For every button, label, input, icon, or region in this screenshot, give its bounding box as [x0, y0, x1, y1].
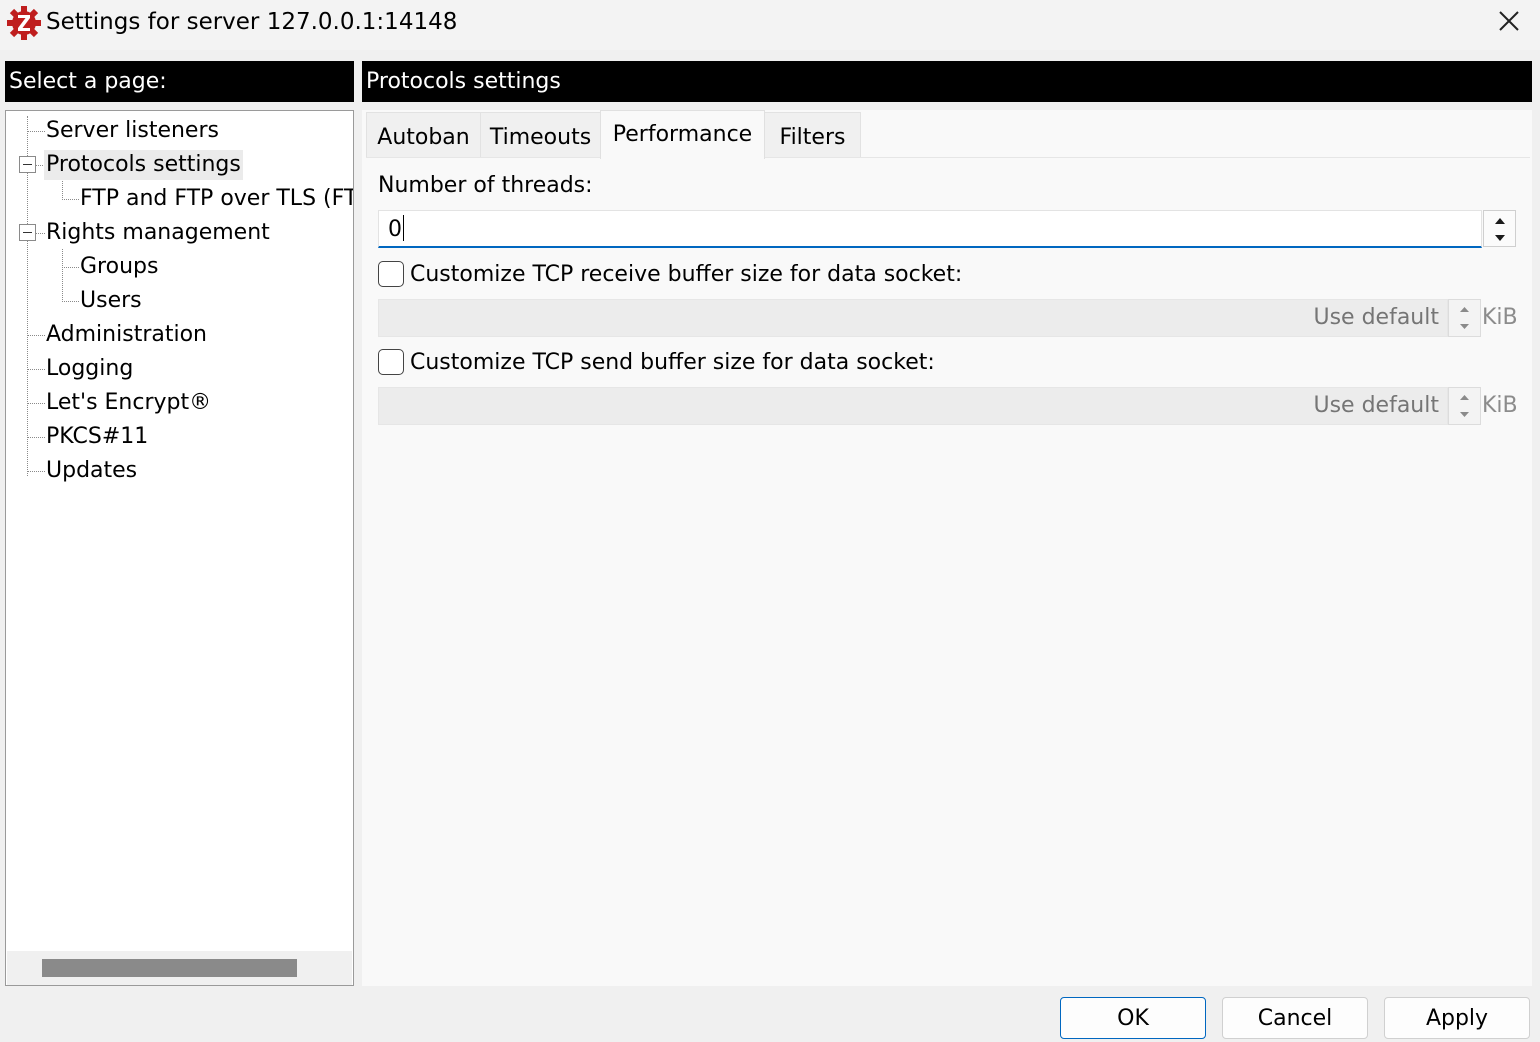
- tree-item-pkcs11[interactable]: PKCS#11: [46, 422, 148, 452]
- threads-input[interactable]: 0: [378, 210, 1482, 248]
- send-buffer-spinner[interactable]: [1448, 387, 1481, 425]
- tab-filters[interactable]: Filters: [764, 112, 861, 158]
- receive-buffer-spinner[interactable]: [1448, 299, 1481, 337]
- settings-content: Autoban Timeouts Performance Filters Num…: [362, 110, 1532, 986]
- tree-connector: [28, 403, 45, 404]
- horizontal-scrollbar[interactable]: [7, 951, 352, 985]
- window-title: Settings for server 127.0.0.1:14148: [46, 9, 458, 35]
- tree-item-ftp-and-ftps[interactable]: FTP and FTP over TLS (FTPS): [80, 184, 353, 214]
- tree-connector: [62, 181, 63, 200]
- tree-connector: [62, 267, 79, 268]
- tree-item-rights-management[interactable]: Rights management: [46, 218, 270, 248]
- tree-item-updates[interactable]: Updates: [46, 456, 137, 486]
- tree-connector: [28, 471, 45, 472]
- receive-buffer-checkbox[interactable]: [378, 261, 404, 287]
- select-page-header: Select a page:: [5, 61, 354, 102]
- tree-connector: [28, 335, 45, 336]
- filezilla-logo-icon: [7, 6, 41, 40]
- collapse-rights-icon[interactable]: [19, 224, 36, 241]
- tree-connector: [62, 249, 63, 302]
- tab-bar: Autoban Timeouts Performance Filters: [366, 110, 1532, 159]
- close-icon: [1498, 10, 1520, 36]
- tab-timeouts[interactable]: Timeouts: [480, 112, 601, 158]
- cancel-button[interactable]: Cancel: [1222, 997, 1368, 1039]
- tree-item-protocols-settings[interactable]: Protocols settings: [44, 150, 243, 180]
- tree-connector: [62, 199, 79, 200]
- dialog-buttons: OK Cancel Apply: [0, 986, 1540, 1042]
- close-button[interactable]: [1484, 0, 1534, 46]
- send-buffer-field[interactable]: Use default: [378, 387, 1448, 425]
- threads-label: Number of threads:: [378, 173, 593, 198]
- receive-buffer-unit: KiB: [1482, 305, 1518, 330]
- send-buffer-unit: KiB: [1482, 393, 1518, 418]
- tree-item-groups[interactable]: Groups: [80, 252, 158, 282]
- text-caret: [403, 215, 404, 241]
- tree-item-lets-encrypt[interactable]: Let's Encrypt®: [46, 388, 211, 418]
- tree-item-logging[interactable]: Logging: [46, 354, 133, 384]
- tree-item-users[interactable]: Users: [80, 286, 142, 316]
- tab-performance[interactable]: Performance: [600, 110, 765, 159]
- tree-item-server-listeners[interactable]: Server listeners: [46, 116, 219, 146]
- page-tree[interactable]: Server listeners Protocols settings FTP …: [5, 110, 354, 986]
- tree-connector: [36, 233, 45, 234]
- tree-connector: [62, 301, 79, 302]
- scrollbar-thumb[interactable]: [42, 959, 297, 977]
- title-bar: Settings for server 127.0.0.1:14148: [0, 0, 1540, 50]
- threads-spinner[interactable]: [1483, 210, 1516, 247]
- ok-button[interactable]: OK: [1060, 997, 1206, 1039]
- tree-item-administration[interactable]: Administration: [46, 320, 207, 350]
- threads-value: 0: [388, 217, 402, 242]
- tree-connector: [28, 437, 45, 438]
- page-title: Protocols settings: [362, 61, 1532, 102]
- tree-connector: [28, 369, 45, 370]
- receive-buffer-label: Customize TCP receive buffer size for da…: [410, 262, 963, 287]
- spin-up-arrow-icon[interactable]: [1484, 212, 1515, 229]
- receive-buffer-field[interactable]: Use default: [378, 299, 1448, 337]
- performance-tab-page: Number of threads: 0 Customize TCP recei…: [366, 157, 1530, 984]
- spin-down-arrow-icon[interactable]: [1484, 229, 1515, 246]
- tab-autoban[interactable]: Autoban: [366, 112, 481, 158]
- collapse-protocols-icon[interactable]: [19, 156, 36, 173]
- apply-button[interactable]: Apply: [1384, 997, 1530, 1039]
- send-buffer-checkbox[interactable]: [378, 349, 404, 375]
- tree-connector: [28, 131, 45, 132]
- send-buffer-label: Customize TCP send buffer size for data …: [410, 350, 935, 375]
